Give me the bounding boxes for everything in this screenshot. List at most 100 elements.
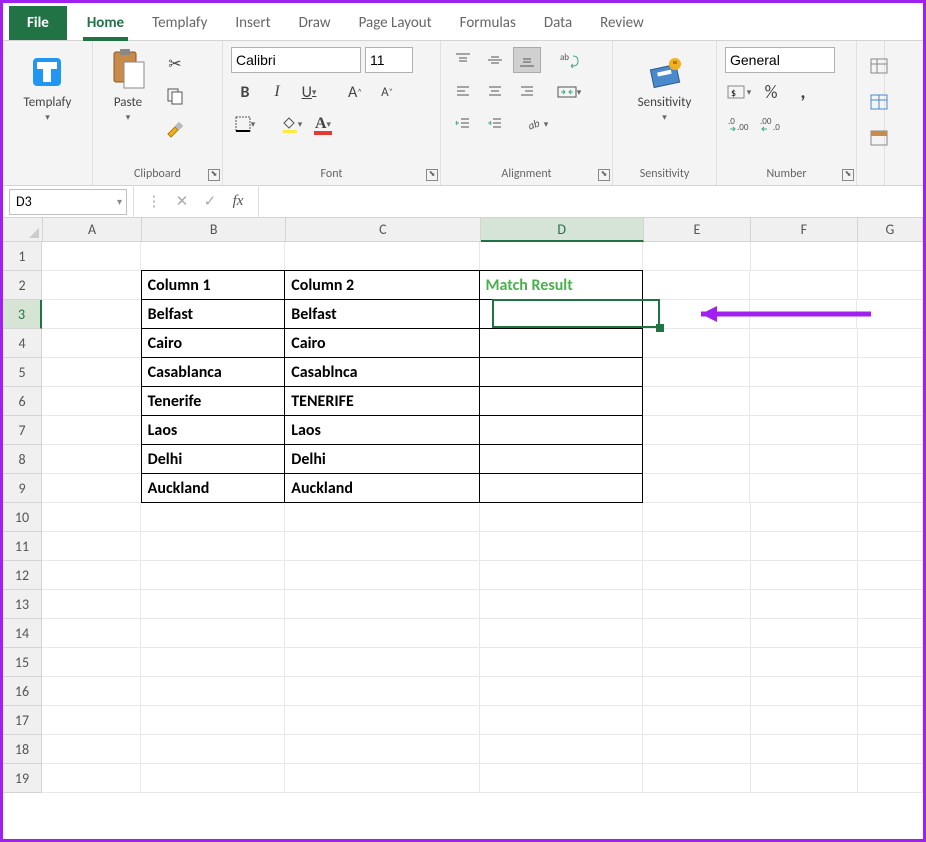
cell-G18[interactable]: [858, 735, 923, 764]
cell-B16[interactable]: [141, 677, 285, 706]
cell-E9[interactable]: [643, 474, 750, 503]
cell-E4[interactable]: [643, 329, 750, 358]
cell-G16[interactable]: [858, 677, 923, 706]
format-painter-button[interactable]: [161, 119, 189, 145]
decrease-decimal-button[interactable]: .00.0: [757, 111, 785, 137]
paste-button[interactable]: Paste ▾: [101, 47, 155, 127]
cell-B18[interactable]: [141, 735, 285, 764]
cell-C4[interactable]: Cairo: [284, 328, 479, 358]
cell-F2[interactable]: [750, 271, 857, 300]
row-header-5[interactable]: 5: [3, 358, 42, 387]
row-header-4[interactable]: 4: [3, 329, 42, 358]
cell-A19[interactable]: [42, 764, 141, 793]
cell-F1[interactable]: [751, 242, 858, 271]
cell-B14[interactable]: [141, 619, 285, 648]
cell-C12[interactable]: [285, 561, 480, 590]
cell-A4[interactable]: [42, 329, 142, 358]
tab-draw[interactable]: Draw: [285, 6, 345, 40]
row-header-18[interactable]: 18: [3, 735, 42, 764]
row-header-9[interactable]: 9: [3, 474, 42, 503]
cell-C3[interactable]: Belfast: [284, 299, 479, 329]
cell-B3[interactable]: Belfast: [141, 299, 286, 329]
select-all-corner[interactable]: [3, 218, 43, 242]
cell-F14[interactable]: [751, 619, 858, 648]
cell-C16[interactable]: [285, 677, 480, 706]
row-header-3[interactable]: 3: [3, 300, 42, 329]
cell-A1[interactable]: [42, 242, 141, 271]
tab-page-layout[interactable]: Page Layout: [345, 6, 446, 40]
cell-F18[interactable]: [751, 735, 858, 764]
cell-D19[interactable]: [480, 764, 643, 793]
cell-C10[interactable]: [285, 503, 480, 532]
cell-B5[interactable]: Casablanca: [141, 357, 286, 387]
cell-G3[interactable]: [857, 300, 923, 329]
cell-A15[interactable]: [42, 648, 141, 677]
cell-D13[interactable]: [480, 590, 643, 619]
cell-D2[interactable]: Match Result: [479, 270, 643, 300]
merge-center-button[interactable]: ▾: [555, 79, 583, 105]
cell-G13[interactable]: [858, 590, 923, 619]
cell-C2[interactable]: Column 2: [284, 270, 479, 300]
cell-styles-button[interactable]: [865, 125, 893, 151]
fill-handle[interactable]: [656, 324, 664, 332]
cell-E12[interactable]: [643, 561, 750, 590]
cell-D3[interactable]: [479, 299, 643, 329]
cell-B13[interactable]: [141, 590, 285, 619]
cell-A14[interactable]: [42, 619, 141, 648]
column-header-B[interactable]: B: [142, 218, 286, 242]
cell-G14[interactable]: [858, 619, 923, 648]
cell-A11[interactable]: [42, 532, 141, 561]
cell-E11[interactable]: [643, 532, 750, 561]
wrap-text-button[interactable]: ab: [555, 47, 583, 73]
column-header-F[interactable]: F: [751, 218, 858, 242]
cell-D11[interactable]: [480, 532, 643, 561]
alignment-launcher[interactable]: ⬊: [598, 169, 610, 181]
cell-D5[interactable]: [479, 357, 643, 387]
number-format-select[interactable]: [725, 47, 835, 73]
cell-F10[interactable]: [751, 503, 858, 532]
enter-formula-button[interactable]: ✓: [200, 192, 220, 211]
cell-G4[interactable]: [858, 329, 924, 358]
cell-F12[interactable]: [751, 561, 858, 590]
cell-F7[interactable]: [750, 416, 857, 445]
cell-A18[interactable]: [42, 735, 141, 764]
cell-B12[interactable]: [141, 561, 285, 590]
align-right-button[interactable]: [513, 79, 541, 105]
cell-B1[interactable]: [141, 242, 285, 271]
font-name-select[interactable]: [231, 47, 361, 73]
cell-B10[interactable]: [141, 503, 285, 532]
cell-G8[interactable]: [858, 445, 924, 474]
align-bottom-button[interactable]: [513, 47, 541, 73]
cell-C11[interactable]: [285, 532, 480, 561]
cell-G10[interactable]: [858, 503, 923, 532]
cell-B6[interactable]: Tenerife: [141, 386, 286, 416]
cell-E5[interactable]: [643, 358, 750, 387]
cell-D12[interactable]: [480, 561, 643, 590]
cell-E17[interactable]: [643, 706, 750, 735]
cell-F6[interactable]: [750, 387, 857, 416]
cell-A7[interactable]: [42, 416, 142, 445]
cell-F3[interactable]: [750, 300, 857, 329]
tab-review[interactable]: Review: [586, 6, 658, 40]
cell-C7[interactable]: Laos: [284, 415, 479, 445]
cell-D18[interactable]: [480, 735, 643, 764]
tab-formulas[interactable]: Formulas: [446, 6, 530, 40]
sensitivity-button[interactable]: Sensitivity ▾: [632, 47, 698, 127]
cell-E14[interactable]: [643, 619, 750, 648]
cell-D1[interactable]: [480, 242, 643, 271]
name-box[interactable]: D3: [9, 189, 127, 215]
cell-B2[interactable]: Column 1: [141, 270, 286, 300]
orientation-button[interactable]: ab▾: [523, 111, 551, 137]
cell-B19[interactable]: [141, 764, 285, 793]
fill-color-button[interactable]: ▾: [277, 111, 305, 137]
cell-G1[interactable]: [858, 242, 923, 271]
column-header-D[interactable]: D: [481, 218, 644, 242]
increase-decimal-button[interactable]: .0.00: [725, 111, 753, 137]
cell-B7[interactable]: Laos: [141, 415, 286, 445]
cell-G2[interactable]: [858, 271, 924, 300]
cell-A8[interactable]: [42, 445, 142, 474]
cell-C15[interactable]: [285, 648, 480, 677]
row-header-17[interactable]: 17: [3, 706, 42, 735]
border-button[interactable]: ▾: [231, 111, 259, 137]
underline-button[interactable]: U▾: [295, 79, 323, 105]
